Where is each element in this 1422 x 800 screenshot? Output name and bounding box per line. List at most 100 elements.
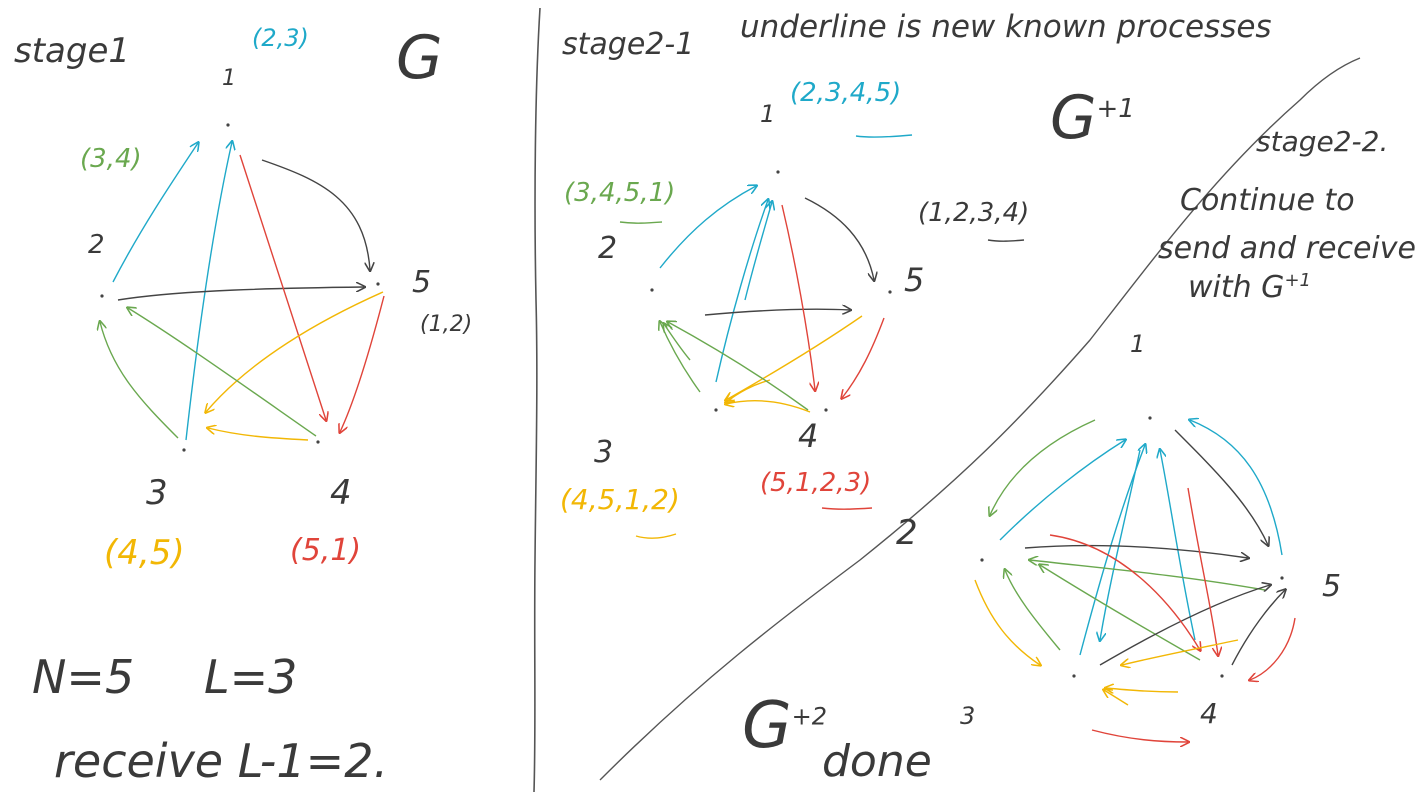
s22-edge-3to5-black [1099,585,1270,666]
stage2-2-line3-sup: +1 [1284,270,1311,291]
param-n: N=5 [32,650,135,704]
s22-edge-4to2-green [1040,565,1201,661]
stage1-node-2-dot [100,294,104,298]
s21-edge-5to3-yellow [726,315,863,400]
s22-edge-5to2-green [1030,560,1266,591]
s22-edge-2to4-red [1049,534,1200,650]
done-graph-label: G+2 [742,694,827,758]
stage2-1-graph-letter: G [1050,83,1097,153]
stage2-1-node-4-dot [824,408,828,412]
stage1-node-3-dot [182,448,186,452]
stage2-2-node-3-label: 3 [960,702,976,730]
stage2-1-node-3-dot [714,408,718,412]
s1-edge-4to3-yellow [208,428,309,441]
s21-edge-x-to3-yellow [726,379,771,402]
done-word: done [822,736,932,787]
stage1-node-2-list: (3,4) [80,144,142,174]
stage2-2-node-5-dot [1280,576,1284,580]
stage2-1-node-2-dot [650,288,654,292]
stage2-1-node-3-list: (4,5,1,2) [560,483,680,516]
stage1-node-3-list: (4,5) [104,533,185,573]
done-graph-letter: G [742,689,792,763]
stage2-1-node-1-list: (2,3,4,5) [790,78,902,108]
s1-edge-1to5-black [261,159,370,270]
stage2-2-line2: send and receive [1158,231,1416,266]
stage2-1-node-2-list: (3,4,5,1) [564,178,676,208]
s21-underline-n3 [635,533,677,539]
stage1-node-4-label: 4 [330,473,352,513]
stage2-1-node-5-label: 5 [904,261,925,299]
s21-underline-n4 [821,507,873,510]
stage2-2-node-2-dot [980,558,984,562]
stage1-node-5-list: (1,2) [420,312,473,337]
s1-edge-5to4-red [340,295,385,432]
stage2-1-node-2-label: 2 [598,231,618,266]
stage2-1-node-1-dot [776,170,780,174]
stage1-node-1-dot [226,123,230,127]
s1-edge-5to3-yellow [206,291,384,412]
done-graph-sup: +2 [791,702,827,731]
diagonal-divider [599,57,1361,781]
s22-edge-1to5-black [1174,429,1268,545]
stage2-2-title: stage2-2. [1256,125,1389,158]
s22-edge-2to3-yellow [974,579,1040,665]
s21-edge-5to4-red [842,317,885,398]
s1-edge-2to5-black [117,287,364,301]
s22-edge-2to1-blue [999,440,1125,541]
s22-edge-4to1-blue [1160,450,1196,641]
s22-edge-4to5-black [1231,590,1285,666]
stage2-2-graph [974,416,1296,742]
s22-edge-5to3-yellow [1122,639,1239,665]
stage2-1-node-4-label: 4 [798,417,819,455]
stage2-1-graph-label: G+1 [1050,88,1135,148]
stage2-2-line3: with G+1 [1188,272,1311,303]
stage1-title: stage1 [14,31,131,71]
stage1-node-3-label: 3 [146,473,168,513]
s22-edge-3to4-red [1091,729,1188,742]
s22-edge-4to3-yellow [1106,688,1179,692]
s21-edge-4to1-blue [744,202,772,301]
stage1-graph [100,123,385,452]
stage2-1-node-5-dot [888,290,892,294]
s21-edge-1to4-red [781,204,815,390]
stage1-node-2-label: 2 [88,230,105,260]
stage2-1-title: stage2-1 [562,27,695,62]
stage2-1-node-4-list: (5,1,2,3) [760,468,872,498]
stage2-1-note: underline is new known processes [740,9,1272,45]
s22-edge-5to4-red [1250,617,1296,680]
s21-underline-n2 [619,221,663,224]
stage2-1-node-1-label: 1 [760,100,776,128]
stage2-1-node-3-label: 3 [594,435,614,470]
stage2-1-node-5-list: (1,2,3,4) [918,198,1030,228]
s21-edge-2to5-black [704,309,850,316]
vertical-divider [533,7,541,793]
stage1-node-4-dot [316,440,320,444]
stage1-graph-label: G [396,23,443,93]
stage2-2-node-3-dot [1072,674,1076,678]
s21-edge-x-to2-green [664,324,691,361]
s22-edge-3to1-blue [1079,445,1145,656]
stage1-node-5-label: 5 [412,265,432,300]
s22-edge-2to5-black [1024,544,1248,558]
s22-edge-1to3-yellow [1104,690,1129,706]
stage1-node-1-label: 1 [222,66,236,91]
s1-edge-3to2-green [100,322,179,439]
receive-note: receive L-1=2. [54,734,389,788]
stage1-node-1-list: (2,3) [252,24,309,52]
stage2-2-node-2-label: 2 [896,513,918,553]
s22-edge-5to1-blue [1190,420,1283,556]
s21-underline-n5 [987,239,1025,242]
stage2-1-graph [650,170,892,413]
stage2-1-graph-sup: +1 [1096,94,1135,124]
stage1-node-5-dot [376,282,380,286]
s22-edge-3to2-green [1005,570,1061,651]
stage2-2-node-1-dot [1148,416,1152,420]
s21-edge-1to5-black [804,197,874,280]
stage2-2-node-1-label: 1 [1130,330,1146,358]
stage2-2-node-4-dot [1220,674,1224,678]
stage1-node-4-list: (5,1) [290,533,362,568]
s1-edge-4to2-green [128,308,317,437]
s21-edge-4to2-green [668,322,809,411]
stage2-2-line1: Continue to [1180,183,1355,218]
stage2-2-node-5-label: 5 [1322,569,1342,604]
